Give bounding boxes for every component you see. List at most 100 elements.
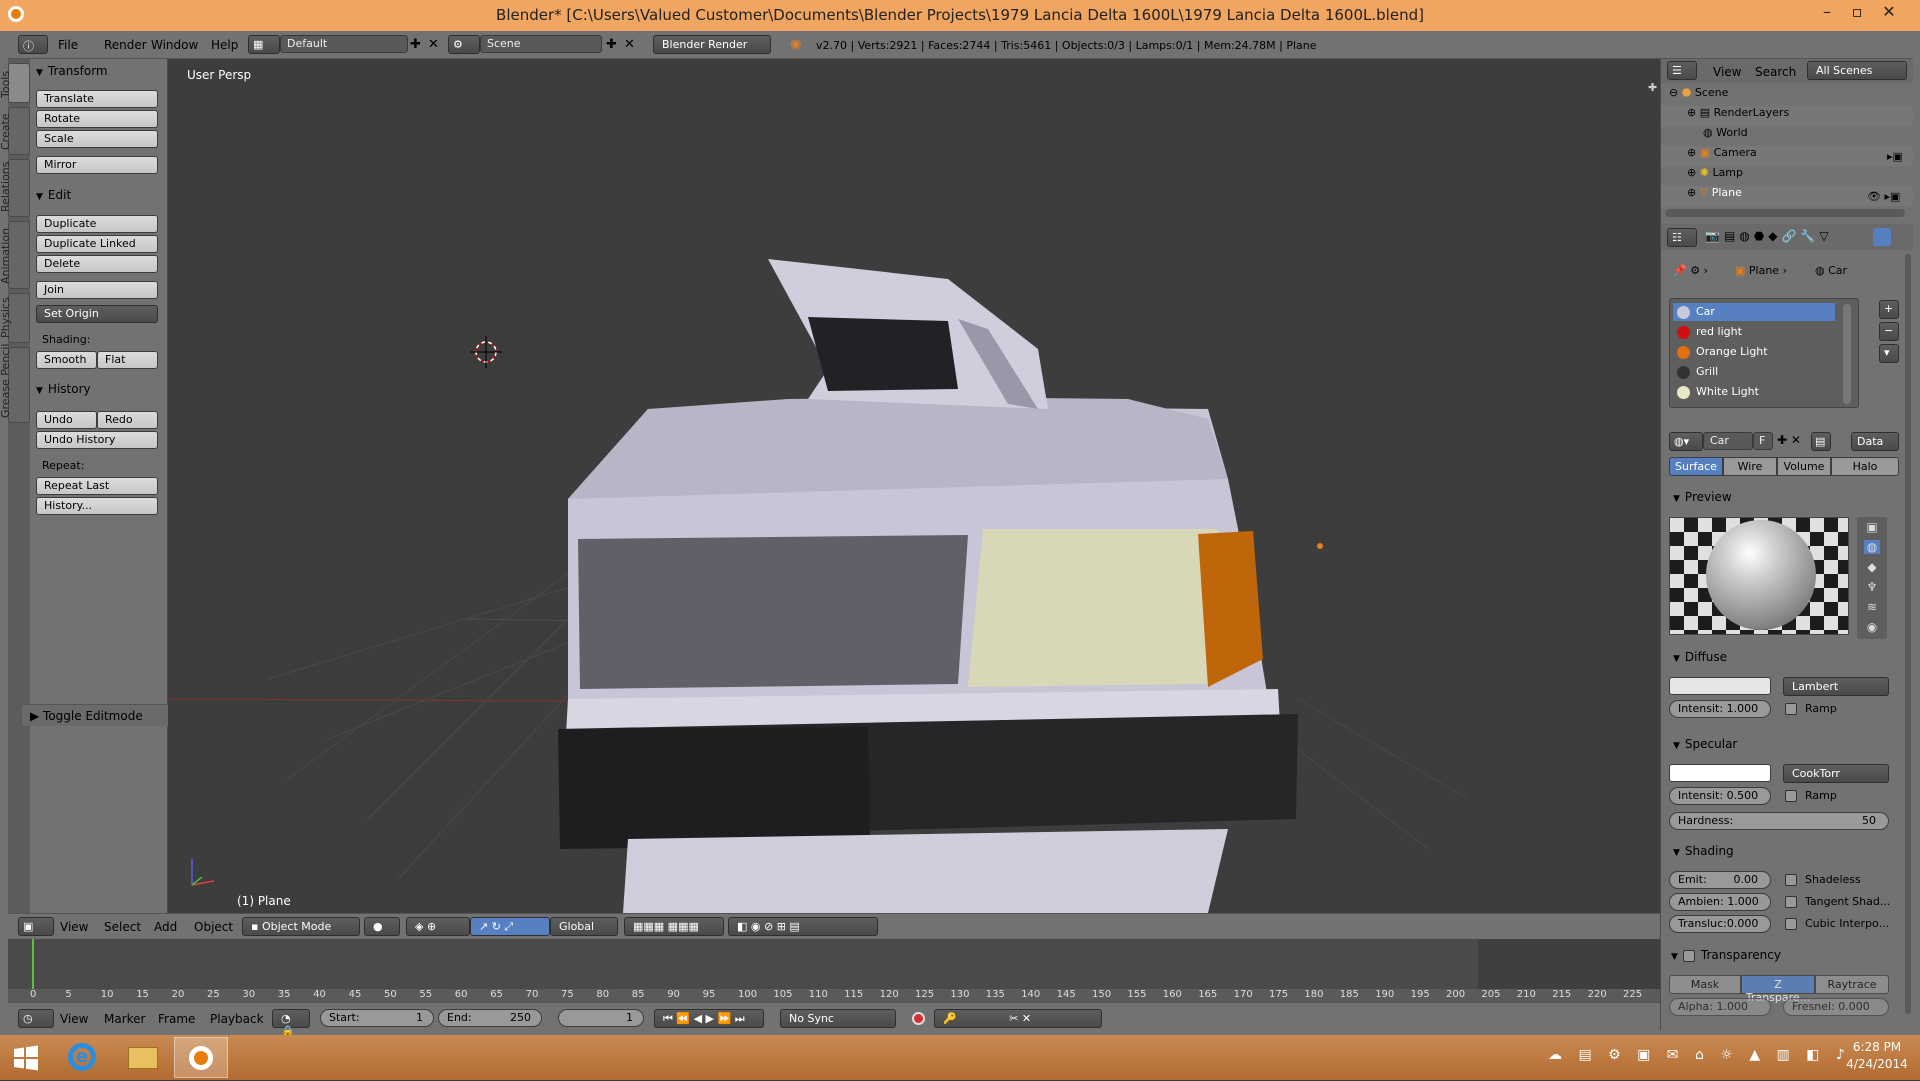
emit-field[interactable]: Emit: 0.00 — [1669, 871, 1771, 889]
specular-panel-header[interactable]: Specular — [1673, 737, 1737, 751]
fresnel-field[interactable]: Fresnel: 0.000 — [1783, 998, 1889, 1016]
outliner-item-scene[interactable]: ⊖ ⬣ Scene — [1661, 86, 1913, 106]
3d-viewport[interactable]: User Persp (1) Plane ✚ — [168, 59, 1660, 913]
car-model[interactable] — [558, 259, 1298, 913]
editor-type-3d-icon[interactable]: ▣ — [18, 917, 54, 936]
material-copy-icon[interactable]: ▤ — [1811, 432, 1831, 451]
translate-button[interactable]: Translate — [36, 90, 158, 108]
record-icon[interactable] — [912, 1012, 925, 1025]
editor-type-properties-icon[interactable]: ☷ — [1667, 228, 1697, 247]
ambient-field[interactable]: Ambien: 1.000 — [1669, 893, 1771, 911]
remove-scene-icon[interactable]: ✕ — [624, 37, 635, 52]
tab-wire[interactable]: Wire — [1723, 457, 1777, 476]
transform-manipulators-icon[interactable]: ↗ ↻ ⤢ — [470, 917, 550, 936]
material-slot-item[interactable]: Orange Light — [1673, 343, 1835, 361]
preview-panel-header[interactable]: Preview — [1673, 490, 1732, 504]
preview-type-icons[interactable]: ▣ ◍ ◆ ♆ ≋ ◉ — [1857, 517, 1887, 639]
scene-field[interactable]: Scene — [480, 35, 602, 53]
select-menu[interactable]: Select — [104, 920, 141, 934]
render-engine-dropdown[interactable]: Blender Render — [653, 35, 771, 54]
material-context-icon[interactable] — [1873, 228, 1891, 246]
transparency-mask-tab[interactable]: Mask — [1669, 975, 1741, 994]
scene-icon[interactable]: ⚙ — [448, 35, 480, 54]
history-button[interactable]: History... — [36, 497, 158, 515]
transparency-raytrace-tab[interactable]: Raytrace — [1815, 975, 1889, 994]
transparency-checkbox[interactable] — [1682, 949, 1695, 962]
properties-scrollbar[interactable] — [1905, 254, 1911, 1014]
minimize-icon[interactable]: – — [1812, 2, 1842, 24]
tab-grease-pencil[interactable]: Grease Pencil — [0, 344, 30, 423]
undo-history-button[interactable]: Undo History — [36, 431, 158, 449]
end-frame-field[interactable]: End: 250 — [438, 1009, 542, 1027]
delete-button[interactable]: Delete — [36, 255, 158, 273]
view-menu[interactable]: View — [60, 920, 88, 934]
material-slot-item[interactable]: Grill — [1673, 363, 1835, 381]
repeat-last-button[interactable]: Repeat Last — [36, 477, 158, 495]
translucency-field[interactable]: Transluc:0.000 — [1669, 915, 1771, 933]
keying-set-icons[interactable]: 🔑 ✂ ✕ — [934, 1009, 1102, 1028]
set-origin-dropdown[interactable]: Set Origin — [36, 305, 158, 323]
add-scene-icon[interactable]: ✚ — [606, 37, 617, 52]
duplicate-linked-button[interactable]: Duplicate Linked — [36, 235, 158, 253]
diffuse-color-swatch[interactable] — [1669, 677, 1771, 695]
system-tray-icons[interactable]: ☁ ▤ ⚙ ▣ ✉ ⌂ ☼ ▲ ▥ ◧ ♪ — [1548, 1047, 1851, 1063]
undo-button[interactable]: Undo — [36, 411, 97, 429]
menu-file[interactable]: File — [58, 38, 78, 52]
outliner-filter-dropdown[interactable]: All Scenes — [1807, 61, 1907, 80]
lamp-origin-icon[interactable] — [1317, 543, 1323, 549]
screen-layout-field[interactable]: Default — [280, 35, 408, 53]
specular-shader-dropdown[interactable]: CookTorr — [1783, 764, 1889, 783]
add-material-slot-icon[interactable]: + — [1879, 300, 1899, 319]
join-button[interactable]: Join — [36, 281, 158, 299]
new-material-icon[interactable]: ✚ ✕ — [1777, 433, 1801, 447]
layers-grid-icon[interactable]: ▦▦▦ ▦▦▦ — [624, 917, 724, 936]
panel-edit-header[interactable]: Edit — [36, 188, 71, 202]
editor-type-outliner-icon[interactable]: ☰ — [1667, 61, 1697, 80]
editor-type-info-icon[interactable]: ⓘ — [18, 35, 48, 54]
diffuse-panel-header[interactable]: Diffuse — [1673, 650, 1727, 664]
shading-panel-header[interactable]: Shading — [1673, 844, 1734, 858]
blender-taskbar-icon[interactable] — [174, 1037, 228, 1078]
alpha-field[interactable]: Alpha: 1.000 — [1669, 998, 1771, 1016]
start-button[interactable] — [0, 1037, 54, 1078]
remove-material-slot-icon[interactable]: − — [1879, 322, 1899, 341]
remove-layout-icon[interactable]: ✕ — [428, 37, 439, 52]
tab-relations[interactable]: Relations — [0, 159, 30, 217]
menu-help[interactable]: Help — [211, 38, 238, 52]
clock[interactable]: 6:28 PM 4/24/2014 — [1838, 1040, 1916, 1071]
screen-layout-icon[interactable]: ▦ — [248, 35, 280, 54]
outliner-scrollbar[interactable] — [1665, 209, 1905, 217]
playback-menu[interactable]: Playback — [210, 1012, 264, 1026]
visibility-icons[interactable]: ▸▣ — [1887, 150, 1903, 163]
redo-button[interactable]: Redo — [97, 411, 158, 429]
scale-button[interactable]: Scale — [36, 130, 158, 148]
rotate-button[interactable]: Rotate — [36, 110, 158, 128]
tab-animation[interactable]: Animation — [0, 221, 30, 289]
diffuse-shader-dropdown[interactable]: Lambert — [1783, 677, 1889, 696]
specular-ramp-checkbox[interactable] — [1785, 790, 1797, 802]
hardness-field[interactable]: Hardness: 50 — [1669, 812, 1889, 830]
3d-cursor-icon[interactable] — [470, 336, 502, 368]
tab-tools[interactable]: Tools — [0, 63, 30, 103]
frame-ruler[interactable]: 0 5 10 15 20 25 30 35 40 45 50 55 60 65 70 75 80 85 90 95 10… — [8, 989, 1660, 1002]
pivot-manipulator-icons[interactable]: ◈ ⊕ — [406, 917, 470, 936]
close-icon[interactable]: ✕ — [1874, 2, 1904, 24]
snap-render-icons[interactable]: ◧ ◉ ⊘ ⊞ ▤ — [728, 917, 878, 936]
playback-controls-icons[interactable]: ⏮ ⏪ ◀ ▶ ⏩ ⏭ — [654, 1009, 764, 1028]
add-layout-icon[interactable]: ✚ — [410, 37, 421, 52]
smooth-button[interactable]: Smooth — [36, 351, 97, 369]
panel-history-header[interactable]: History — [36, 382, 91, 396]
tangent-shading-checkbox[interactable] — [1785, 896, 1797, 908]
plane-visibility-eye-icon[interactable]: 👁 ▸▣ — [1867, 190, 1900, 203]
diffuse-ramp-checkbox[interactable] — [1785, 703, 1797, 715]
outliner-item-renderlayers[interactable]: ⊕ ▤ RenderLayers — [1661, 106, 1913, 126]
specular-intensity-field[interactable]: Intensit: 0.500 — [1669, 787, 1771, 805]
menu-window[interactable]: Window — [151, 38, 198, 52]
diffuse-intensity-field[interactable]: Intensit: 1.000 — [1669, 700, 1771, 718]
current-frame-marker[interactable] — [32, 939, 34, 989]
outliner-view-menu[interactable]: View — [1713, 65, 1741, 79]
maximize-icon[interactable]: ▫ — [1842, 2, 1872, 24]
outliner-item-camera[interactable]: ⊕ ▣ Camera — [1661, 146, 1913, 166]
specular-color-swatch[interactable] — [1669, 764, 1771, 782]
add-menu[interactable]: Add — [154, 920, 177, 934]
